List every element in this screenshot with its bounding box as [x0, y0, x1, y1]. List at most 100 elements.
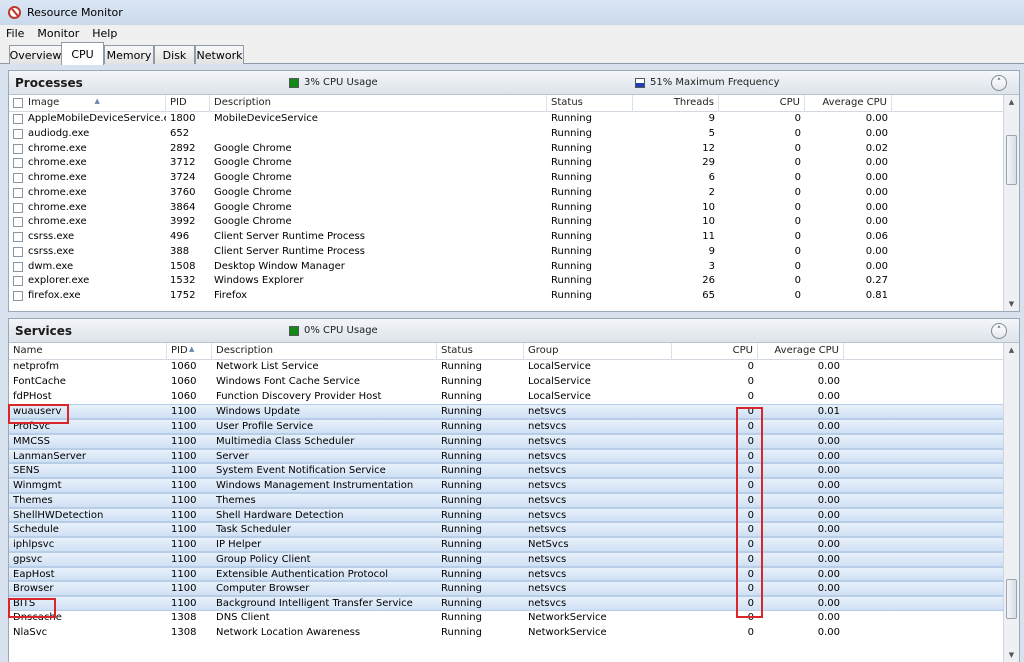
table-row[interactable]: ProfSvc 1100 User Profile Service Running ne…	[9, 419, 1003, 434]
processes-collapse-button[interactable]: ˄	[991, 75, 1007, 91]
column-pid[interactable]: PID	[166, 95, 210, 112]
services-header[interactable]: Services 0% CPU Usage ˄	[9, 319, 1019, 343]
cell-group: netsvcs	[528, 553, 567, 565]
scroll-up-icon[interactable]: ▲	[1004, 343, 1019, 357]
table-row[interactable]: iphlpsvc 1100 IP Helper Running NetSvcs 0 0.00	[9, 537, 1003, 552]
column-threads[interactable]: Threads	[633, 95, 719, 112]
cell-name: Winmgmt	[13, 480, 62, 491]
row-checkbox[interactable]	[13, 291, 23, 301]
cell-description: Task Scheduler	[216, 524, 291, 536]
table-row[interactable]: AppleMobileDeviceService.exe 1800 MobileDe…	[9, 112, 1003, 127]
table-row[interactable]: chrome.exe 2892 Google Chrome Running 12 0 0.0…	[9, 142, 1003, 157]
table-row[interactable]: explorer.exe 1532 Windows Explorer Running 2…	[9, 274, 1003, 289]
table-row[interactable]: Winmgmt 1100 Windows Management Instrument…	[9, 478, 1003, 493]
table-row[interactable]: dwm.exe 1508 Desktop Window Manager Running…	[9, 260, 1003, 275]
cell-cpu: 0	[747, 375, 754, 387]
table-row[interactable]: netprofm 1060 Network List Service Running L…	[9, 360, 1003, 375]
table-row[interactable]: SENS 1100 System Event Notification Servic…	[9, 463, 1003, 478]
column-status[interactable]: Status	[547, 95, 633, 112]
scroll-up-icon[interactable]: ▲	[1004, 95, 1019, 109]
table-row[interactable]: gpsvc 1100 Group Policy Client Running netsv…	[9, 551, 1003, 567]
cell-cpu: 0	[794, 275, 801, 287]
table-row[interactable]: FontCache 1060 Windows Font Cache Service R…	[9, 375, 1003, 390]
table-row[interactable]: chrome.exe 3760 Google Chrome Running 2 0 0.00	[9, 186, 1003, 201]
table-row[interactable]: BITS 1100 Background Intelligent Transfer …	[9, 596, 1003, 611]
row-checkbox[interactable]	[13, 232, 23, 242]
scroll-thumb[interactable]	[1006, 135, 1017, 185]
column-average-cpu[interactable]: Average CPU	[805, 95, 892, 112]
table-row[interactable]: NlaSvc 1308 Network Location Awareness Runn…	[9, 626, 1003, 641]
table-row[interactable]: Schedule 1100 Task Scheduler Running netsvcs…	[9, 522, 1003, 537]
table-row[interactable]: chrome.exe 3712 Google Chrome Running 29 0 0.0…	[9, 156, 1003, 171]
processes-header[interactable]: Processes 3% CPU Usage 51% Maximum Frequ…	[9, 71, 1019, 95]
column-average-cpu[interactable]: Average CPU	[758, 343, 844, 360]
row-checkbox[interactable]	[13, 173, 23, 183]
table-row[interactable]: chrome.exe 3864 Google Chrome Running 10 0 0.0…	[9, 201, 1003, 216]
column-cpu[interactable]: CPU	[672, 343, 758, 360]
tab-network[interactable]: Network	[195, 45, 244, 64]
scroll-down-icon[interactable]: ▼	[1004, 297, 1019, 311]
table-row[interactable]: EapHost 1100 Extensible Authentication Pro…	[9, 566, 1003, 582]
tab-cpu[interactable]: CPU	[61, 42, 104, 65]
cell-average-cpu: 0.00	[817, 524, 840, 536]
table-row[interactable]: csrss.exe 496 Client Server Runtime Proces…	[9, 230, 1003, 245]
cell-name: wuauserv	[13, 406, 62, 418]
tab-disk[interactable]: Disk	[154, 45, 195, 64]
processes-scrollbar[interactable]: ▲ ▼	[1003, 95, 1019, 311]
table-row[interactable]: LanmanServer 1100 Server Running netsvcs 0 0.0…	[9, 448, 1003, 464]
table-row[interactable]: audiodg.exe 652 Running 5 0 0.00	[9, 127, 1003, 142]
cpu-usage-icon	[289, 325, 299, 336]
cell-image: chrome.exe	[28, 186, 87, 198]
cell-name: NlaSvc	[13, 626, 48, 638]
cell-description: Firefox	[214, 290, 248, 301]
select-all-checkbox[interactable]	[13, 98, 23, 108]
table-row[interactable]: MMCSS 1100 Multimedia Class Scheduler Runni…	[9, 433, 1003, 449]
table-row[interactable]: firefox.exe 1752 Firefox Running 65 0 0.81	[9, 289, 1003, 304]
cell-description: Client Server Runtime Process	[214, 245, 365, 257]
column-pid[interactable]: PID ▲	[167, 343, 212, 360]
row-checkbox[interactable]	[13, 276, 23, 287]
services-collapse-button[interactable]: ˄	[991, 323, 1007, 339]
cell-threads: 29	[702, 157, 715, 169]
table-row[interactable]: fdPHost 1060 Function Discovery Provider H…	[9, 390, 1003, 405]
table-row[interactable]: chrome.exe 3724 Google Chrome Running 6 0 0.00	[9, 171, 1003, 186]
table-row[interactable]: csrss.exe 388 Client Server Runtime Proces…	[9, 245, 1003, 260]
cell-description	[210, 127, 547, 142]
column-cpu[interactable]: CPU	[719, 95, 805, 112]
menu-file[interactable]: File	[6, 27, 24, 40]
table-row[interactable]: ShellHWDetection 1100 Shell Hardware Detec…	[9, 507, 1003, 523]
cell-description: Network Location Awareness	[216, 626, 361, 638]
row-checkbox[interactable]	[13, 187, 23, 198]
cell-average-cpu: 0.00	[817, 611, 840, 623]
column-description[interactable]: Description	[210, 95, 547, 112]
row-checkbox[interactable]	[13, 246, 23, 257]
table-row[interactable]: wuauserv 1100 Windows Update Running netsvcs…	[9, 404, 1003, 419]
row-checkbox[interactable]	[13, 143, 23, 154]
row-checkbox[interactable]	[13, 202, 23, 213]
table-row[interactable]: Browser 1100 Computer Browser Running netsvc…	[9, 581, 1003, 596]
column-description[interactable]: Description	[212, 343, 437, 360]
row-checkbox[interactable]	[13, 114, 23, 124]
cell-status: Running	[441, 539, 482, 550]
cell-threads: 26	[702, 275, 715, 287]
table-row[interactable]: Themes 1100 Themes Running netsvcs 0 0.00	[9, 492, 1003, 508]
services-scrollbar[interactable]: ▲ ▼	[1003, 343, 1019, 662]
column-status[interactable]: Status	[437, 343, 524, 360]
scroll-thumb[interactable]	[1006, 579, 1017, 619]
column-name[interactable]: Name	[9, 343, 167, 360]
tab-overview[interactable]: Overview	[9, 45, 62, 64]
column-group[interactable]: Group	[524, 343, 672, 360]
scroll-down-icon[interactable]: ▼	[1004, 648, 1019, 662]
table-row[interactable]: Dnscache 1308 DNS Client Running NetworkServ…	[9, 611, 1003, 626]
menu-monitor[interactable]: Monitor	[37, 27, 79, 40]
cell-pid: 1100	[171, 539, 197, 550]
tab-memory[interactable]: Memory	[104, 45, 154, 64]
table-row[interactable]: chrome.exe 3992 Google Chrome Running 10 0 0.0…	[9, 215, 1003, 230]
menu-help[interactable]: Help	[92, 27, 117, 40]
row-checkbox[interactable]	[13, 128, 23, 139]
column-image[interactable]: Image ▲	[24, 95, 166, 112]
row-checkbox[interactable]	[13, 261, 23, 272]
cell-average-cpu: 0.00	[865, 113, 888, 124]
row-checkbox[interactable]	[13, 217, 23, 228]
row-checkbox[interactable]	[13, 158, 23, 169]
